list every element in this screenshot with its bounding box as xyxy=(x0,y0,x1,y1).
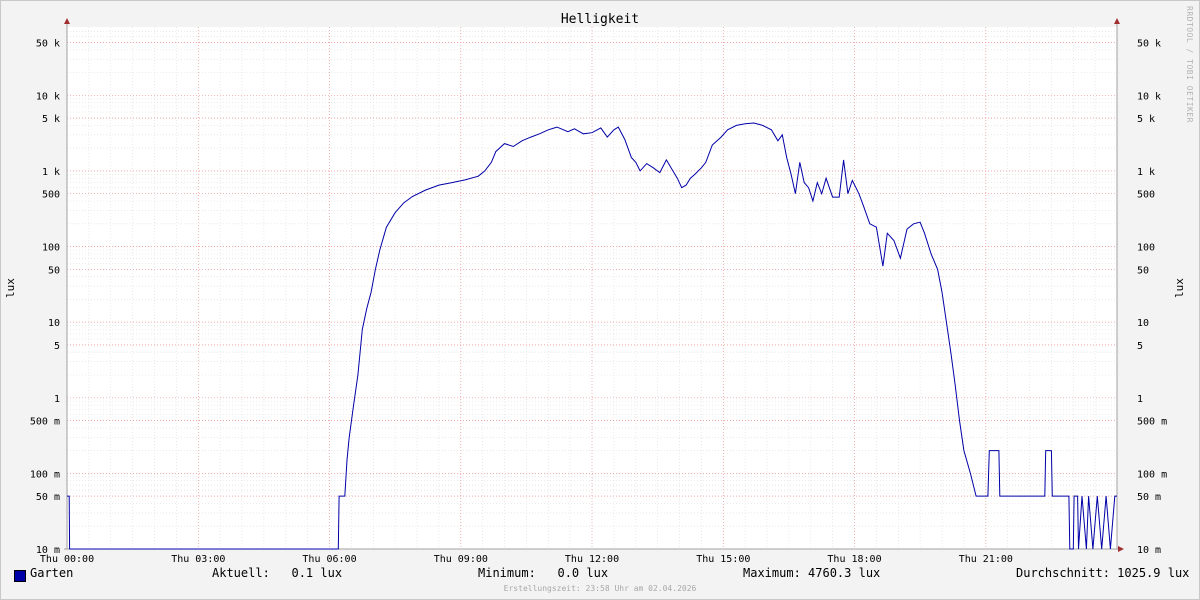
y-tick-label-left: 100 xyxy=(42,243,60,254)
legend-series-name: Garten xyxy=(30,566,74,580)
x-tick-label: Thu 03:00 xyxy=(171,554,225,565)
legend-maximum: Maximum: 4760.3 lux xyxy=(743,566,881,580)
y-tick-label-right: 10 xyxy=(1137,318,1149,329)
y-tick-label-right: 500 m xyxy=(1137,417,1167,428)
y-tick-label-right: 50 m xyxy=(1137,492,1161,503)
y-tick-label-right: 10 k xyxy=(1137,91,1161,102)
y-tick-label-left: 10 xyxy=(48,318,60,329)
y-tick-label-left: 50 xyxy=(48,265,60,276)
y-tick-label-right: 1 xyxy=(1137,394,1143,405)
legend-average: Durchschnitt: 1025.9 lux xyxy=(1016,566,1190,580)
chart-title: Helligkeit xyxy=(561,12,639,27)
y-tick-label-left: 500 m xyxy=(30,417,60,428)
x-tick-label: Thu 09:00 xyxy=(434,554,488,565)
legend-swatch xyxy=(14,570,26,582)
y-tick-label-left: 5 xyxy=(54,341,60,352)
x-tick-label: Thu 18:00 xyxy=(827,554,881,565)
y-tick-label-right: 100 xyxy=(1137,243,1155,254)
y-tick-label-left: 1 xyxy=(54,394,60,405)
y-tick-label-right: 100 m xyxy=(1137,469,1167,480)
y-tick-label-left: 10 k xyxy=(36,91,60,102)
x-tick-label: Thu 15:00 xyxy=(696,554,750,565)
x-tick-label: Thu 12:00 xyxy=(565,554,619,565)
y-tick-label-left: 50 k xyxy=(36,38,60,49)
y-tick-label-left: 500 xyxy=(42,190,60,201)
y-axis-arrow-left xyxy=(64,18,70,24)
y-axis-label-right: lux xyxy=(1173,278,1186,298)
y-tick-label-left: 50 m xyxy=(36,492,60,503)
x-tick-label: Thu 06:00 xyxy=(302,554,356,565)
y-tick-label-right: 50 k xyxy=(1137,38,1161,49)
y-axis-label-left: lux xyxy=(4,278,17,298)
y-axis-arrow-right xyxy=(1114,18,1120,24)
y-tick-label-right: 5 k xyxy=(1137,114,1155,125)
brightness-chart: 50 k 50 k 10 k 10 k 5 k 5 k 1 k 1 k 500 500 100 100… xyxy=(4,12,1186,565)
legend-minimum: Minimum: 0.0 lux xyxy=(478,566,609,580)
y-tick-label-right: 10 m xyxy=(1137,545,1161,556)
y-tick-label-right: 1 k xyxy=(1137,167,1155,178)
x-tick-label: Thu 21:00 xyxy=(959,554,1013,565)
y-tick-label-right: 500 xyxy=(1137,190,1155,201)
y-tick-label-left: 5 k xyxy=(42,114,60,125)
y-tick-label-right: 5 xyxy=(1137,341,1143,352)
y-tick-label-left: 100 m xyxy=(30,469,60,480)
footer-timestamp: Erstellungszeit: 23:58 Uhr am 02.04.2026 xyxy=(503,584,697,593)
x-tick-label: Thu 00:00 xyxy=(40,554,94,565)
y-tick-label-left: 1 k xyxy=(42,167,60,178)
y-tick-label-right: 50 xyxy=(1137,265,1149,276)
legend-current: Aktuell: 0.1 lux xyxy=(212,566,343,580)
rrdtool-watermark: RRDTOOL / TOBI OETIKER xyxy=(1185,6,1194,123)
x-axis-arrow xyxy=(1118,546,1124,552)
